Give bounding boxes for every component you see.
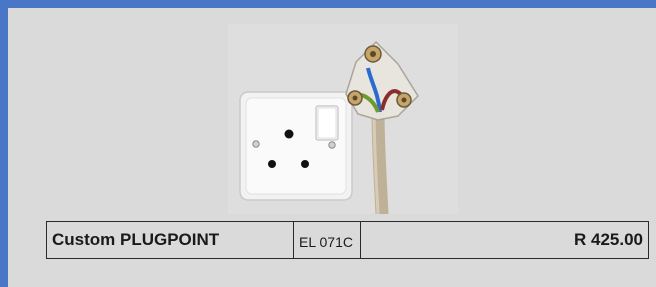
product-info-table: Custom PLUGPOINT EL 071C R 425.00: [46, 221, 649, 259]
plugpoint-photo-icon[interactable]: [228, 24, 458, 214]
product-code: EL 071C: [293, 221, 361, 259]
product-card: Custom PLUGPOINT EL 071C R 425.00: [8, 8, 656, 287]
product-name: Custom PLUGPOINT: [46, 221, 294, 259]
product-row: Custom PLUGPOINT EL 071C R 425.00: [46, 221, 649, 259]
product-price: R 425.00: [360, 221, 649, 259]
